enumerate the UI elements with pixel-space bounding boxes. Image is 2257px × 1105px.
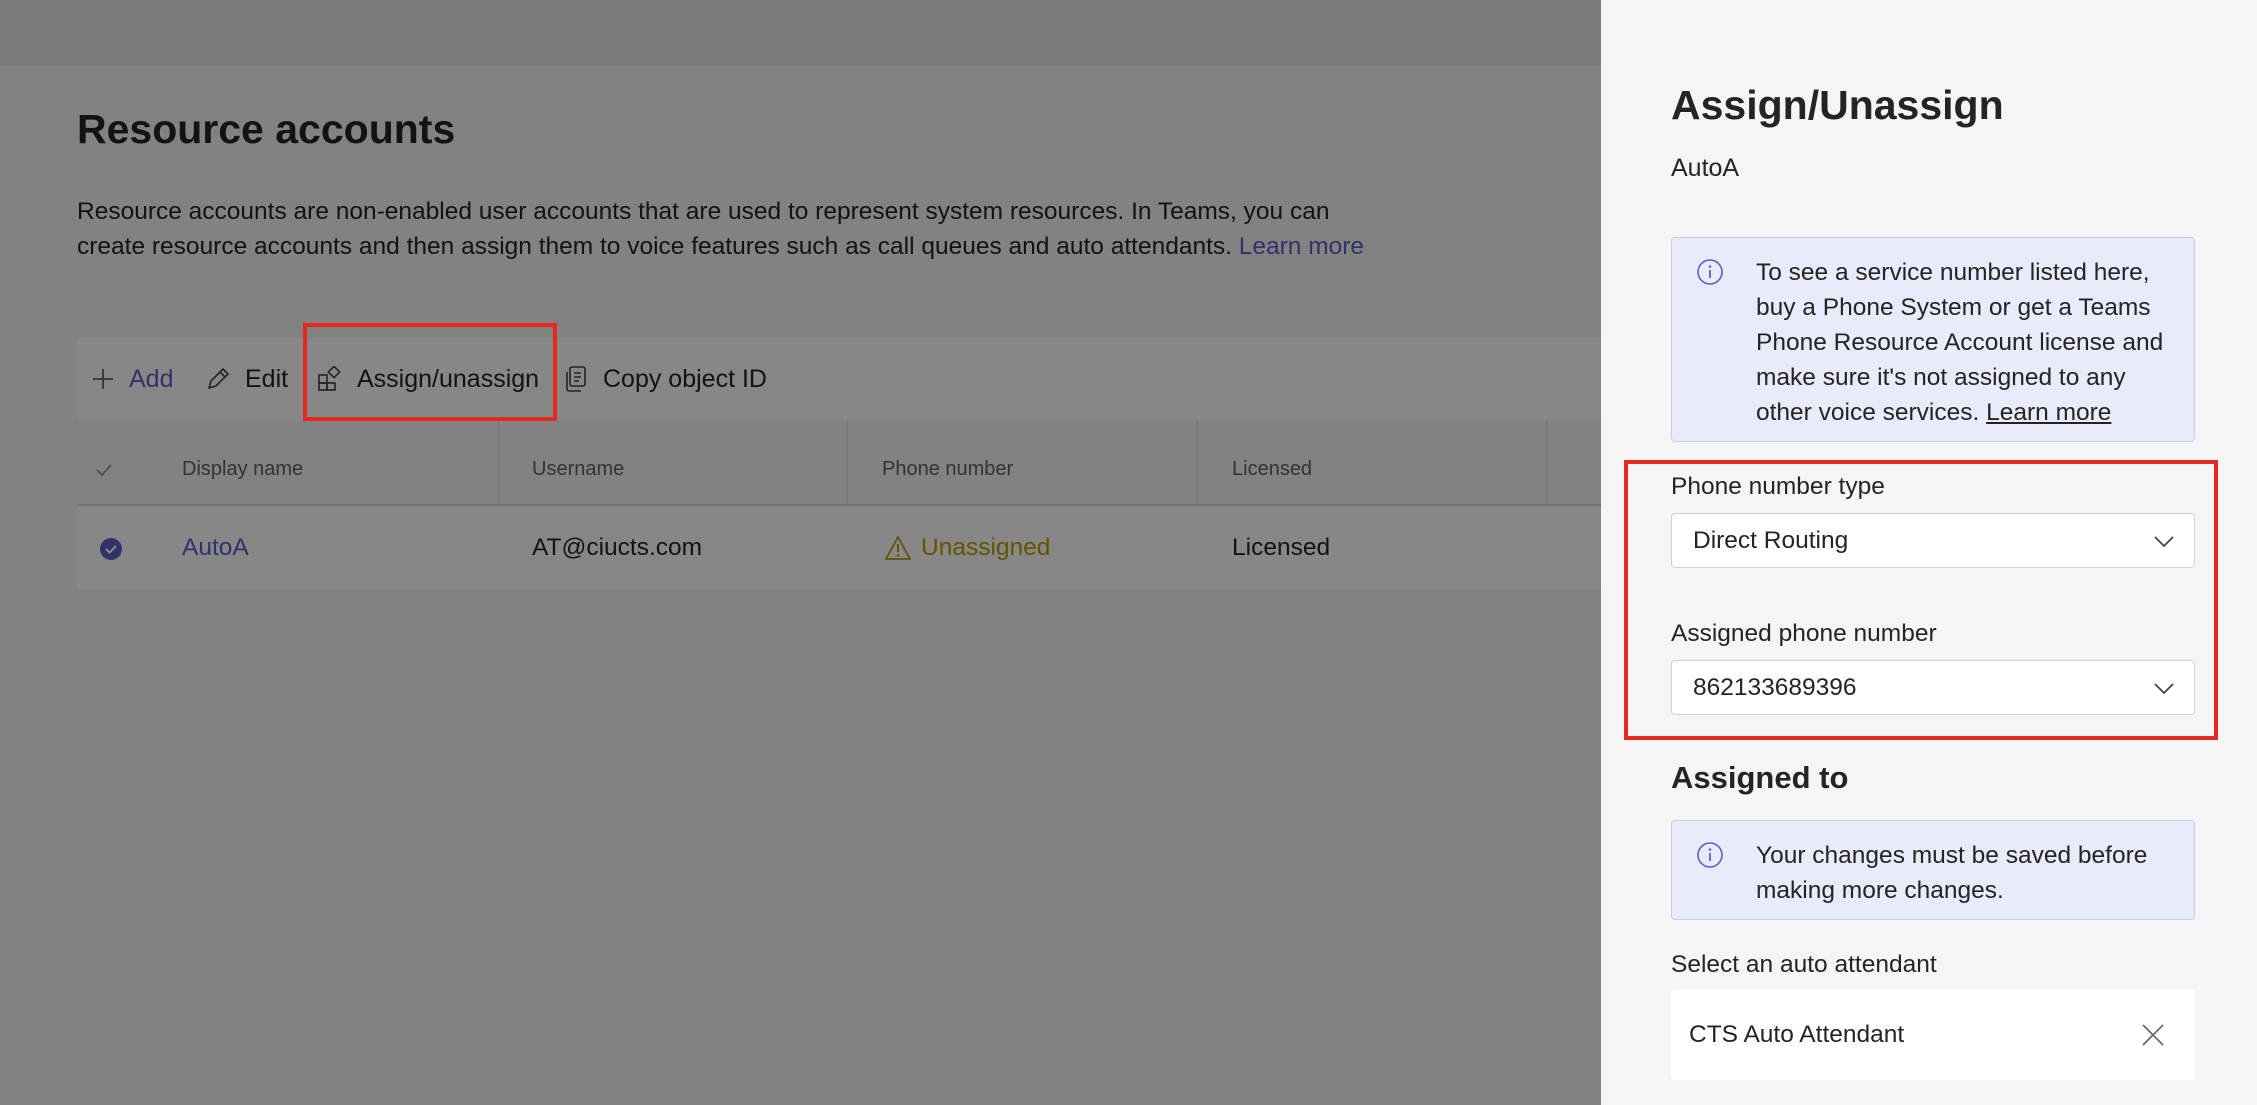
info-icon [1697,259,1723,285]
panel-title: Assign/Unassign [1671,82,2004,128]
close-icon[interactable] [2141,1023,2165,1047]
save-notice-box: Your changes must be saved before making… [1671,820,2195,920]
auto-attendant-label: Select an auto attendant [1671,951,1937,978]
assigned-to-heading: Assigned to [1671,760,1849,795]
info-icon [1697,842,1723,868]
highlight-box-assign-button [303,323,557,421]
save-notice-text: Your changes must be saved before making… [1756,842,2148,904]
panel-subtitle: AutoA [1671,154,1740,182]
license-info-box: To see a service number listed here, buy… [1671,237,2195,442]
license-info-text: To see a service number listed here, buy… [1756,255,2176,430]
highlight-box-phone-fields [1624,460,2218,740]
auto-attendant-value: CTS Auto Attendant [1689,1021,1905,1048]
modal-overlay[interactable] [0,0,1601,1105]
auto-attendant-picker[interactable]: CTS Auto Attendant [1671,990,2195,1080]
main-content: Resource accounts Resource accounts are … [0,0,1601,1105]
info-learn-more-link[interactable]: Learn more [1986,399,2111,426]
